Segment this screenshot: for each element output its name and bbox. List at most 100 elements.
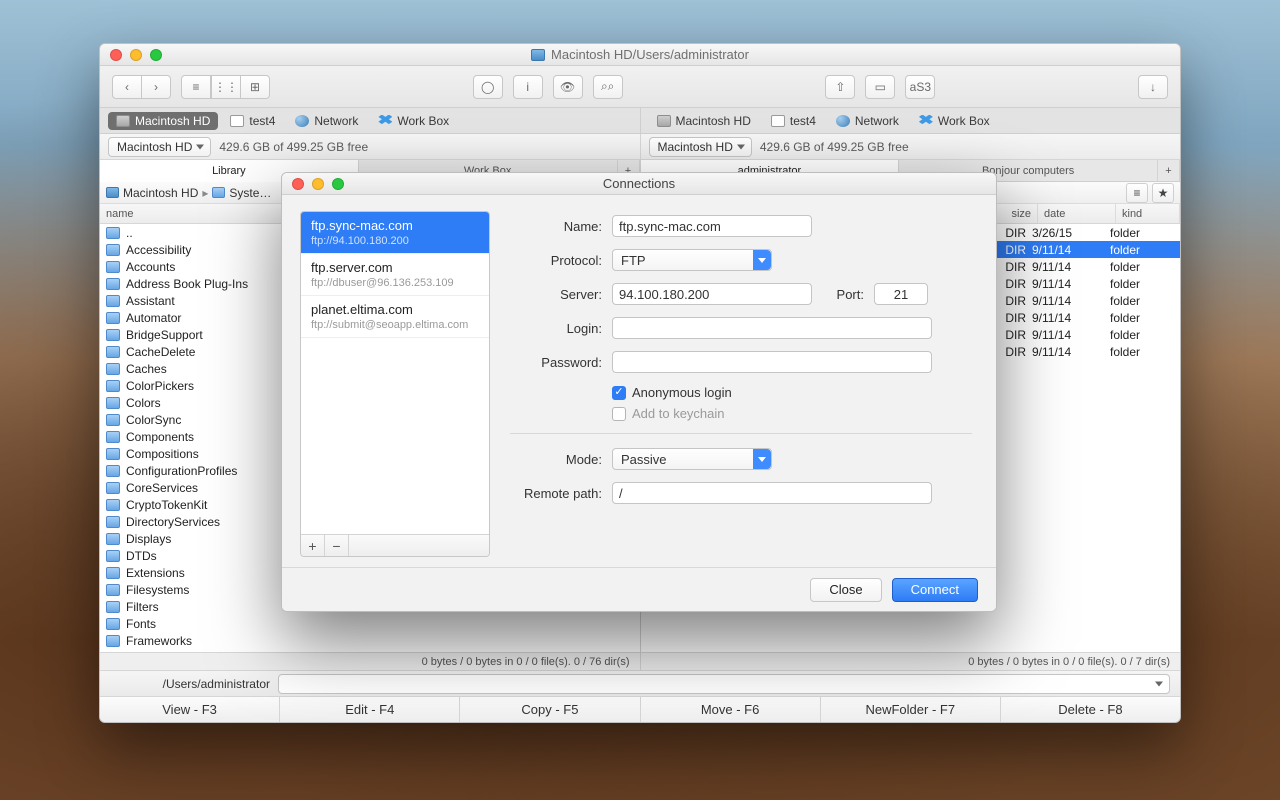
info-button[interactable]: i [513, 75, 543, 99]
archive-icon: ⇧ [832, 80, 848, 94]
bookmarks-right: Macintosh HDtest4NetworkWork Box [641, 108, 1181, 134]
screen-button[interactable]: ▭ [865, 75, 895, 99]
view-seg: ≡ ⋮⋮ ⊞ [181, 75, 270, 99]
free-space-left: 429.6 GB of 499.25 GB free [219, 140, 368, 154]
remote-path-input[interactable] [612, 482, 932, 504]
folder-icon [106, 465, 120, 477]
hdd-icon [657, 115, 671, 127]
path-row: /Users/administrator [100, 670, 1180, 696]
crumb-seg[interactable]: Macintosh HD [123, 186, 198, 200]
titlebar: Macintosh HD/Users/administrator [100, 44, 1180, 66]
crumb-seg[interactable]: Syste… [229, 186, 271, 200]
chevron-down-icon [753, 250, 771, 270]
minimize-icon[interactable] [312, 178, 324, 190]
s3-icon: aS3 [912, 80, 928, 94]
bookmark-network[interactable]: Network [828, 112, 907, 130]
folder-icon [106, 550, 120, 562]
password-input[interactable] [612, 351, 932, 373]
anonymous-checkbox[interactable]: Anonymous login [612, 385, 732, 400]
nav-back-button[interactable]: ‹ [112, 75, 142, 99]
dialog-title: Connections [344, 176, 934, 191]
view-column-button[interactable]: ⋮⋮ [211, 75, 241, 99]
zoom-icon[interactable] [332, 178, 344, 190]
list-item[interactable]: Frameworks [100, 632, 640, 649]
bookmark-work-box[interactable]: Work Box [911, 112, 998, 130]
mode-select[interactable]: Passive [612, 448, 772, 470]
fn-newfolder[interactable]: NewFolder - F7 [821, 697, 1001, 722]
connection-list: ftp.sync-mac.comftp://94.100.180.200ftp.… [300, 211, 490, 557]
port-input[interactable] [874, 283, 928, 305]
close-icon[interactable] [292, 178, 304, 190]
fn-move[interactable]: Move - F6 [641, 697, 821, 722]
volume-select-left[interactable]: Macintosh HD [108, 137, 211, 157]
header-kind[interactable]: kind [1116, 204, 1180, 223]
search-button[interactable]: ⌕⌕ [593, 75, 623, 99]
bookmark-macintosh-hd[interactable]: Macintosh HD [649, 112, 759, 130]
keychain-checkbox: Add to keychain [612, 406, 725, 421]
connections-dialog: Connections ftp.sync-mac.comftp://94.100… [281, 172, 997, 612]
header-size[interactable]: size [990, 204, 1038, 223]
folder-icon [106, 584, 120, 596]
connection-item[interactable]: ftp.sync-mac.comftp://94.100.180.200 [301, 212, 489, 254]
toggle-button[interactable]: ◯ [473, 75, 503, 99]
folder-icon [106, 380, 120, 392]
path-select[interactable] [278, 674, 1170, 694]
view-list-button[interactable]: ≡ [181, 75, 211, 99]
volume-select-right[interactable]: Macintosh HD [649, 137, 752, 157]
volume-row-left: Macintosh HD 429.6 GB of 499.25 GB free [100, 134, 641, 160]
name-label: Name: [510, 219, 612, 234]
download-icon: ↓ [1145, 80, 1161, 94]
folder-icon [106, 312, 120, 324]
toggle-icon: ◯ [480, 80, 496, 94]
bookmark-work-box[interactable]: Work Box [370, 112, 457, 130]
folder-icon [106, 363, 120, 375]
nav-forward-button[interactable]: › [142, 75, 171, 99]
bookmarks-left: Macintosh HDtest4NetworkWork Box [100, 108, 641, 134]
fn-copy[interactable]: Copy - F5 [460, 697, 640, 722]
remove-connection-button[interactable]: − [325, 535, 349, 556]
s3-button[interactable]: aS3 [905, 75, 935, 99]
folder-icon [106, 499, 120, 511]
preview-button[interactable]: 👁 [553, 75, 583, 99]
login-label: Login: [510, 321, 612, 336]
fn-delete[interactable]: Delete - F8 [1001, 697, 1180, 722]
nav-seg: ‹ › [112, 75, 171, 99]
usb-icon [771, 115, 785, 127]
folder-icon [106, 295, 120, 307]
checkbox-icon [612, 407, 626, 421]
connection-item[interactable]: ftp.server.comftp://dbuser@96.136.253.10… [301, 254, 489, 296]
right-status: 0 bytes / 0 bytes in 0 / 0 file(s). 0 / … [641, 652, 1181, 670]
download-button[interactable]: ↓ [1138, 75, 1168, 99]
add-tab-button[interactable]: + [1158, 160, 1180, 181]
protocol-select[interactable]: FTP [612, 249, 772, 271]
bookmark-test4[interactable]: test4 [763, 112, 824, 130]
server-label: Server: [510, 287, 612, 302]
hd-icon [531, 49, 545, 61]
close-icon[interactable] [110, 49, 122, 61]
view-icon-button[interactable]: ⊞ [241, 75, 270, 99]
bookmark-network[interactable]: Network [287, 112, 366, 130]
bookmark-test4[interactable]: test4 [222, 112, 283, 130]
list-mode-button[interactable]: ≡ [1126, 183, 1148, 203]
grid-icon: ⊞ [247, 80, 263, 94]
add-connection-button[interactable]: + [301, 535, 325, 556]
folder-icon [106, 482, 120, 494]
close-button[interactable]: Close [810, 578, 881, 602]
list-item[interactable]: Fonts [100, 615, 640, 632]
login-input[interactable] [612, 317, 932, 339]
screen-icon: ▭ [872, 80, 888, 94]
bookmark-macintosh-hd[interactable]: Macintosh HD [108, 112, 218, 130]
connect-button[interactable]: Connect [892, 578, 978, 602]
minimize-icon[interactable] [130, 49, 142, 61]
fn-edit[interactable]: Edit - F4 [280, 697, 460, 722]
column-icon: ⋮⋮ [218, 80, 234, 94]
folder-icon [106, 397, 120, 409]
server-input[interactable] [612, 283, 812, 305]
name-input[interactable] [612, 215, 812, 237]
header-date[interactable]: date [1038, 204, 1116, 223]
zoom-icon[interactable] [150, 49, 162, 61]
archive-button[interactable]: ⇧ [825, 75, 855, 99]
connection-item[interactable]: planet.eltima.comftp://submit@seoapp.elt… [301, 296, 489, 338]
fn-view[interactable]: View - F3 [100, 697, 280, 722]
star-button[interactable]: ★ [1152, 183, 1174, 203]
